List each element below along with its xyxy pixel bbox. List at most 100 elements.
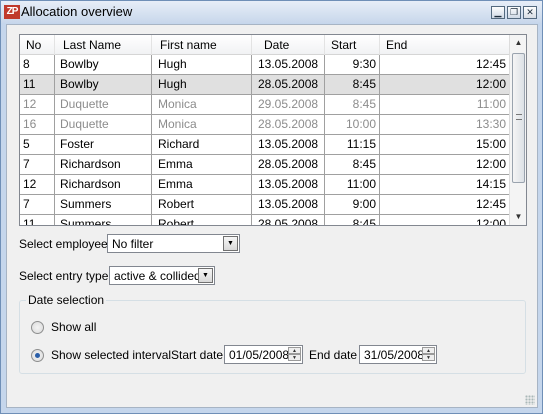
employee-select[interactable]: No filter ▼: [107, 234, 240, 253]
cell-date[interactable]: 28.05.2008: [252, 215, 325, 225]
cell-last-name[interactable]: Richardson: [55, 175, 152, 194]
cell-last-name[interactable]: Duquette: [55, 95, 152, 114]
cell-end[interactable]: 12:00: [380, 75, 509, 94]
cell-start[interactable]: 8:45: [325, 155, 380, 174]
restore-button[interactable]: ❐: [507, 6, 521, 19]
column-header-start[interactable]: Start: [325, 35, 380, 55]
show-all-radio[interactable]: [31, 321, 44, 334]
table-row[interactable]: 12 Duquette Monica 29.05.2008 8:45 11:00: [20, 95, 509, 115]
cell-end[interactable]: 12:00: [380, 155, 509, 174]
cell-no[interactable]: 16: [20, 115, 55, 134]
cell-end[interactable]: 15:00: [380, 135, 509, 154]
cell-first-name[interactable]: Emma: [152, 175, 252, 194]
cell-first-name[interactable]: Robert: [152, 215, 252, 225]
cell-no[interactable]: 8: [20, 55, 55, 74]
cell-date[interactable]: 28.05.2008: [252, 155, 325, 174]
cell-no[interactable]: 7: [20, 195, 55, 214]
cell-last-name[interactable]: Bowlby: [55, 55, 152, 74]
cell-first-name[interactable]: Robert: [152, 195, 252, 214]
scroll-up-arrow-icon[interactable]: ▲: [510, 35, 526, 51]
show-interval-label[interactable]: Show selected interval: [51, 348, 171, 362]
scroll-thumb[interactable]: [512, 53, 525, 183]
cell-end[interactable]: 12:45: [380, 55, 509, 74]
cell-no[interactable]: 12: [20, 95, 55, 114]
spin-up-icon[interactable]: ▲: [288, 347, 301, 354]
cell-no[interactable]: 7: [20, 155, 55, 174]
table-row[interactable]: 11 Summers Robert 28.05.2008 8:45 12:00: [20, 215, 509, 225]
cell-last-name[interactable]: Summers: [55, 215, 152, 225]
cell-no[interactable]: 5: [20, 135, 55, 154]
table-row[interactable]: 5 Foster Richard 13.05.2008 11:15 15:00: [20, 135, 509, 155]
cell-start[interactable]: 11:00: [325, 175, 380, 194]
cell-end[interactable]: 13:30: [380, 115, 509, 134]
chevron-down-icon[interactable]: ▼: [223, 236, 238, 251]
table-row[interactable]: 7 Richardson Emma 28.05.2008 8:45 12:00: [20, 155, 509, 175]
cell-last-name[interactable]: Richardson: [55, 155, 152, 174]
allocation-grid[interactable]: No Last Name First name Date Start End 8…: [19, 34, 527, 226]
start-date-spinner[interactable]: ▲ ▼: [288, 347, 301, 362]
table-row[interactable]: 16 Duquette Monica 28.05.2008 10:00 13:30: [20, 115, 509, 135]
chevron-down-icon[interactable]: ▼: [198, 268, 213, 283]
start-date-value[interactable]: 01/05/2008: [229, 348, 289, 362]
spin-down-icon[interactable]: ▼: [288, 354, 301, 361]
vertical-scrollbar[interactable]: ▲ ▼: [509, 35, 526, 225]
table-row[interactable]: 12 Richardson Emma 13.05.2008 11:00 14:15: [20, 175, 509, 195]
spin-up-icon[interactable]: ▲: [422, 347, 435, 354]
cell-start[interactable]: 9:00: [325, 195, 380, 214]
cell-start[interactable]: 10:00: [325, 115, 380, 134]
cell-first-name[interactable]: Monica: [152, 95, 252, 114]
table-row[interactable]: 7 Summers Robert 13.05.2008 9:00 12:45: [20, 195, 509, 215]
cell-first-name[interactable]: Emma: [152, 155, 252, 174]
cell-end[interactable]: 12:00: [380, 215, 509, 225]
start-date-picker[interactable]: 01/05/2008 ▲ ▼: [224, 345, 303, 364]
show-all-label[interactable]: Show all: [51, 320, 96, 334]
cell-start[interactable]: 11:15: [325, 135, 380, 154]
column-header-end[interactable]: End: [380, 35, 509, 55]
cell-last-name[interactable]: Summers: [55, 195, 152, 214]
cell-end[interactable]: 11:00: [380, 95, 509, 114]
cell-last-name[interactable]: Bowlby: [55, 75, 152, 94]
entry-type-select-value: active & collided: [114, 269, 201, 283]
cell-first-name[interactable]: Monica: [152, 115, 252, 134]
minimize-button[interactable]: ▁: [491, 6, 505, 19]
end-date-picker[interactable]: 31/05/2008 ▲ ▼: [359, 345, 437, 364]
table-row[interactable]: 11 Bowlby Hugh 28.05.2008 8:45 12:00: [20, 75, 509, 95]
cell-date[interactable]: 28.05.2008: [252, 115, 325, 134]
end-date-value[interactable]: 31/05/2008: [364, 348, 424, 362]
cell-no[interactable]: 11: [20, 75, 55, 94]
window-title: Allocation overview: [21, 4, 133, 19]
cell-last-name[interactable]: Foster: [55, 135, 152, 154]
cell-date[interactable]: 13.05.2008: [252, 195, 325, 214]
column-header-last-name[interactable]: Last Name: [55, 35, 152, 55]
cell-first-name[interactable]: Hugh: [152, 55, 252, 74]
end-date-spinner[interactable]: ▲ ▼: [422, 347, 435, 362]
table-row[interactable]: 8 Bowlby Hugh 13.05.2008 9:30 12:45: [20, 55, 509, 75]
cell-end[interactable]: 12:45: [380, 195, 509, 214]
cell-start[interactable]: 9:30: [325, 55, 380, 74]
cell-start[interactable]: 8:45: [325, 75, 380, 94]
cell-date[interactable]: 29.05.2008: [252, 95, 325, 114]
cell-last-name[interactable]: Duquette: [55, 115, 152, 134]
date-selection-group: Date selection Show all Show selected in…: [19, 293, 526, 374]
close-button[interactable]: ✕: [523, 6, 537, 19]
entry-type-select[interactable]: active & collided ▼: [109, 266, 215, 285]
column-header-no[interactable]: No: [20, 35, 55, 55]
cell-date[interactable]: 13.05.2008: [252, 175, 325, 194]
show-interval-radio[interactable]: [31, 349, 44, 362]
cell-end[interactable]: 14:15: [380, 175, 509, 194]
cell-start[interactable]: 8:45: [325, 215, 380, 225]
cell-date[interactable]: 13.05.2008: [252, 55, 325, 74]
cell-no[interactable]: 11: [20, 215, 55, 225]
scroll-down-arrow-icon[interactable]: ▼: [510, 209, 526, 225]
cell-first-name[interactable]: Hugh: [152, 75, 252, 94]
spin-down-icon[interactable]: ▼: [422, 354, 435, 361]
column-header-first-name[interactable]: First name: [152, 35, 252, 55]
cell-first-name[interactable]: Richard: [152, 135, 252, 154]
title-bar[interactable]: ZP Allocation overview ▁ ❐ ✕: [1, 1, 542, 23]
cell-no[interactable]: 12: [20, 175, 55, 194]
resize-grip-icon[interactable]: [525, 395, 535, 405]
cell-date[interactable]: 13.05.2008: [252, 135, 325, 154]
column-header-date[interactable]: Date: [252, 35, 325, 55]
cell-date[interactable]: 28.05.2008: [252, 75, 325, 94]
cell-start[interactable]: 8:45: [325, 95, 380, 114]
